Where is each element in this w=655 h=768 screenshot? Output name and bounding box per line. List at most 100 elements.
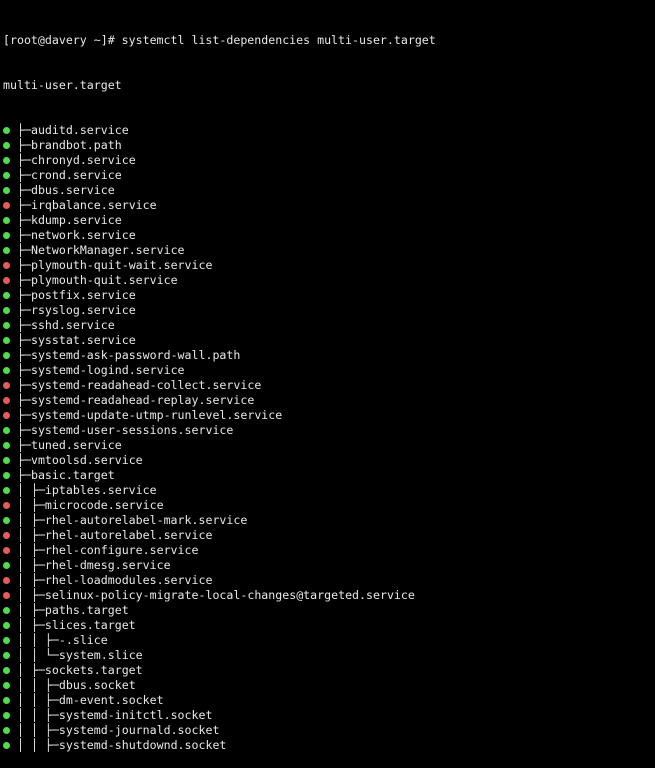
unit-name: systemd-shutdownd.socket	[58, 738, 227, 752]
unit-row: ├─sshd.service	[3, 318, 436, 333]
unit-name: systemd-update-utmp-runlevel.service	[30, 408, 283, 422]
status-failed-dot-icon	[3, 547, 10, 554]
unit-row: │ │ ├─systemd-journald.socket	[3, 723, 436, 738]
unit-name: rsyslog.service	[30, 303, 136, 317]
unit-row: ├─sysstat.service	[3, 333, 436, 348]
unit-row: ├─systemd-logind.service	[3, 363, 436, 378]
unit-row: ├─tuned.service	[3, 438, 436, 453]
tree-connector: │ ├─	[17, 498, 45, 512]
status-failed-dot-icon	[3, 412, 10, 419]
tree-connector: │ │ ├─	[17, 708, 59, 722]
unit-row: │ │ ├─dbus.socket	[3, 678, 436, 693]
status-active-dot-icon	[3, 142, 10, 149]
tree-connector: │ │ ├─	[17, 693, 59, 707]
unit-name: -.slice	[58, 633, 108, 647]
unit-row: │ ├─rhel-configure.service	[3, 543, 436, 558]
status-active-dot-icon	[3, 217, 10, 224]
unit-row: ├─systemd-ask-password-wall.path	[3, 348, 436, 363]
unit-row: ├─vmtoolsd.service	[3, 453, 436, 468]
unit-name: systemd-readahead-replay.service	[30, 393, 255, 407]
tree-connector: │ ├─	[17, 483, 45, 497]
unit-row: │ ├─selinux-policy-migrate-local-changes…	[3, 588, 436, 603]
tree-connector: ├─	[17, 213, 31, 227]
unit-row: ├─plymouth-quit-wait.service	[3, 258, 436, 273]
unit-name: crond.service	[30, 168, 122, 182]
status-active-dot-icon	[3, 517, 10, 524]
status-failed-dot-icon	[3, 577, 10, 584]
unit-row: ├─chronyd.service	[3, 153, 436, 168]
unit-name: basic.target	[30, 468, 115, 482]
unit-name: rhel-autorelabel.service	[44, 528, 213, 542]
status-failed-dot-icon	[3, 382, 10, 389]
tree-connector: ├─	[17, 198, 31, 212]
tree-connector: │ │ ├─	[17, 738, 59, 752]
unit-name: brandbot.path	[30, 138, 122, 152]
unit-row: ├─brandbot.path	[3, 138, 436, 153]
unit-row: │ ├─sockets.target	[3, 663, 436, 678]
tree-connector: ├─	[17, 258, 31, 272]
tree-connector: ├─	[17, 438, 31, 452]
unit-row: │ │ └─system.slice	[3, 648, 436, 663]
status-active-dot-icon	[3, 367, 10, 374]
root-unit: multi-user.target	[3, 78, 122, 92]
unit-row: ├─systemd-update-utmp-runlevel.service	[3, 408, 436, 423]
status-active-dot-icon	[3, 187, 10, 194]
unit-row: │ │ ├─systemd-shutdownd.socket	[3, 738, 436, 753]
status-active-dot-icon	[3, 607, 10, 614]
unit-name: dbus.socket	[58, 678, 136, 692]
unit-name: systemd-initctl.socket	[58, 708, 213, 722]
unit-name: vmtoolsd.service	[30, 453, 143, 467]
tree-connector: │ ├─	[17, 663, 45, 677]
status-active-dot-icon	[3, 727, 10, 734]
status-active-dot-icon	[3, 652, 10, 659]
tree-connector: ├─	[17, 228, 31, 242]
unit-name: kdump.service	[30, 213, 122, 227]
unit-row: ├─postfix.service	[3, 288, 436, 303]
unit-name: systemd-logind.service	[30, 363, 185, 377]
status-active-dot-icon	[3, 487, 10, 494]
tree-connector: ├─	[17, 168, 31, 182]
tree-connector: │ ├─	[17, 543, 45, 557]
tree-connector: │ │ ├─	[17, 723, 59, 737]
terminal-output[interactable]: [root@davery ~]# systemctl list-dependen…	[3, 3, 436, 768]
unit-name: sockets.target	[44, 663, 143, 677]
unit-name: auditd.service	[30, 123, 129, 137]
status-failed-dot-icon	[3, 532, 10, 539]
unit-name: systemd-readahead-collect.service	[30, 378, 262, 392]
tree-connector: ├─	[17, 333, 31, 347]
unit-name: rhel-autorelabel-mark.service	[44, 513, 248, 527]
tree-connector: ├─	[17, 303, 31, 317]
unit-name: rhel-dmesg.service	[44, 558, 171, 572]
unit-row: ├─kdump.service	[3, 213, 436, 228]
status-active-dot-icon	[3, 127, 10, 134]
status-active-dot-icon	[3, 562, 10, 569]
tree-connector: │ ├─	[17, 618, 45, 632]
unit-row: ├─plymouth-quit.service	[3, 273, 436, 288]
unit-name: chronyd.service	[30, 153, 136, 167]
status-active-dot-icon	[3, 157, 10, 164]
tree-connector: ├─	[17, 363, 31, 377]
unit-name: tuned.service	[30, 438, 122, 452]
unit-row: │ ├─slices.target	[3, 618, 436, 633]
tree-connector: ├─	[17, 243, 31, 257]
status-failed-dot-icon	[3, 592, 10, 599]
unit-row: ├─NetworkManager.service	[3, 243, 436, 258]
status-active-dot-icon	[3, 637, 10, 644]
unit-name: systemd-journald.socket	[58, 723, 220, 737]
tree-connector: │ ├─	[17, 603, 45, 617]
unit-row: │ ├─rhel-loadmodules.service	[3, 573, 436, 588]
unit-row: │ ├─paths.target	[3, 603, 436, 618]
unit-row: ├─crond.service	[3, 168, 436, 183]
tree-connector: ├─	[17, 288, 31, 302]
tree-connector: ├─	[17, 183, 31, 197]
tree-connector: ├─	[17, 468, 31, 482]
tree-connector: ├─	[17, 408, 31, 422]
unit-row: │ │ ├─systemd-initctl.socket	[3, 708, 436, 723]
tree-connector: ├─	[17, 423, 31, 437]
tree-connector: │ ├─	[17, 588, 45, 602]
tree-connector: ├─	[17, 318, 31, 332]
status-active-dot-icon	[3, 352, 10, 359]
unit-row: ├─systemd-readahead-collect.service	[3, 378, 436, 393]
tree-connector: ├─	[17, 378, 31, 392]
tree-connector: ├─	[17, 123, 31, 137]
